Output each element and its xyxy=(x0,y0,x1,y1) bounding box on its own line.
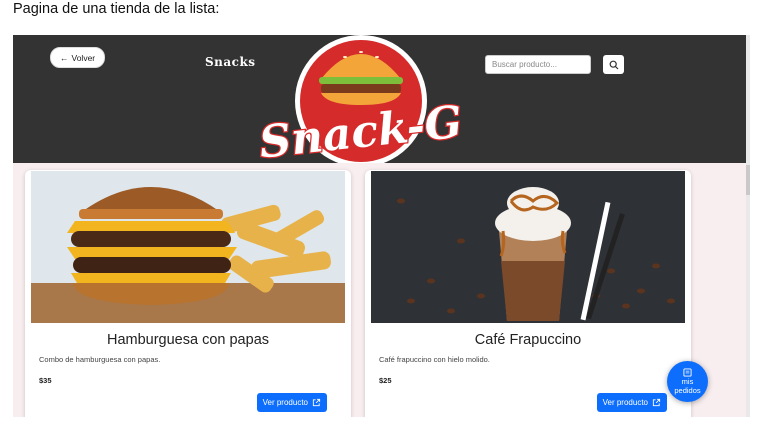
scrollbar[interactable] xyxy=(746,35,750,417)
back-button-label: Volver xyxy=(71,52,96,63)
product-description: Combo de hamburguesa con papas. xyxy=(39,355,161,364)
external-link-icon xyxy=(312,398,321,407)
search-icon xyxy=(609,60,618,69)
search-input[interactable] xyxy=(485,55,591,74)
logo-text: Snack-G xyxy=(257,97,465,163)
back-button[interactable]: ← Volver xyxy=(50,47,106,68)
store-header: ← Volver Snacks Snack-G xyxy=(13,35,746,163)
frappuccino-image xyxy=(371,171,685,323)
view-product-button[interactable]: Ver producto xyxy=(596,393,667,412)
my-orders-label-line1: mis xyxy=(681,377,694,386)
snack-g-logo: Snack-G xyxy=(256,35,466,163)
receipt-icon xyxy=(683,368,692,377)
view-product-button[interactable]: Ver producto xyxy=(256,393,327,412)
hamburger-image xyxy=(31,171,345,323)
page-caption: Pagina de una tienda de la lista: xyxy=(13,1,220,17)
product-card: Hamburguesa con papas Combo de hamburgue… xyxy=(25,170,351,417)
product-price: $35 xyxy=(39,376,52,385)
scrollbar-thumb[interactable] xyxy=(746,165,750,195)
my-orders-label-line2: pedidos xyxy=(674,386,701,395)
search-button[interactable] xyxy=(603,55,624,74)
product-price: $25 xyxy=(379,376,392,385)
view-product-label: Ver producto xyxy=(262,398,308,407)
arrow-left-icon: ← xyxy=(60,52,69,63)
my-orders-button[interactable]: mis pedidos xyxy=(667,361,708,402)
product-description: Café frapuccino con hielo molido. xyxy=(379,355,490,364)
view-product-label: Ver producto xyxy=(602,398,648,407)
product-name: Hamburguesa con papas xyxy=(106,332,270,348)
product-name: Café Frapuccino xyxy=(474,332,582,348)
browser-viewport: ← Volver Snacks Snack-G Buscar producto.… xyxy=(13,35,750,417)
external-link-icon xyxy=(652,398,661,407)
product-card: Café Frapuccino Café frapuccino con hiel… xyxy=(365,170,691,417)
